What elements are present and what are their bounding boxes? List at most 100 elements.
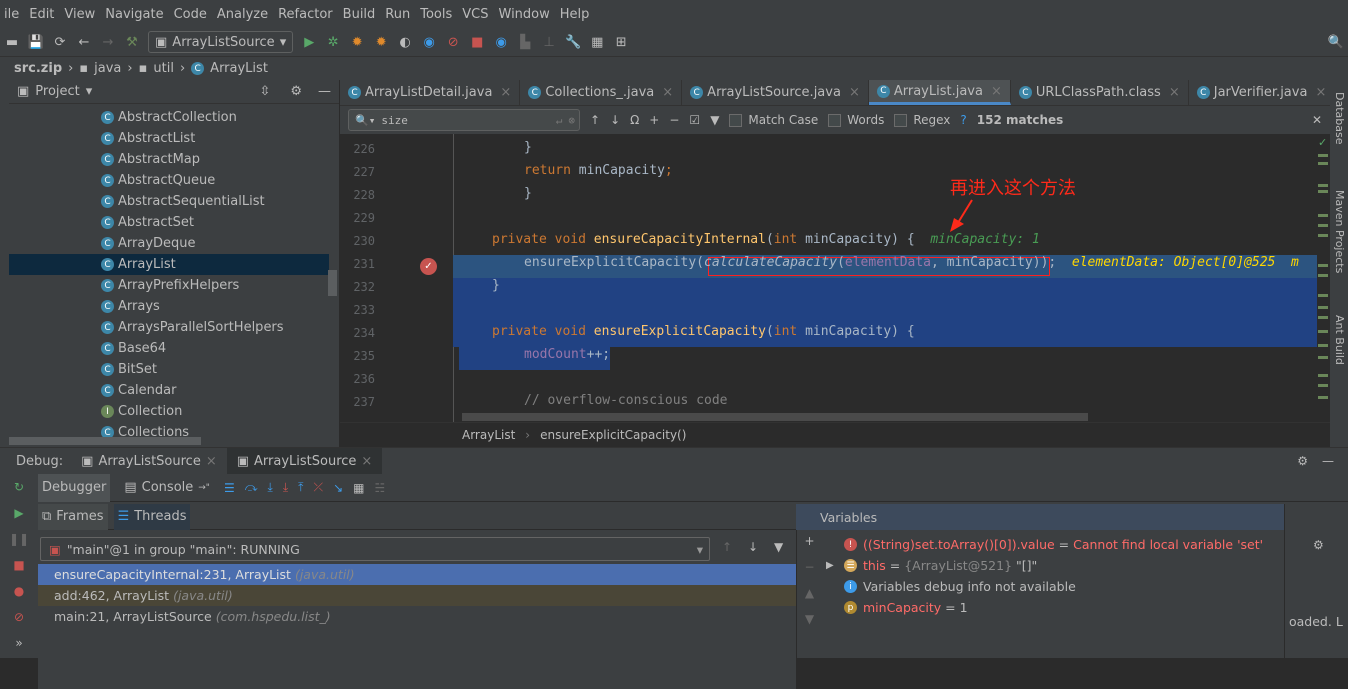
jrebel-icon[interactable]: ◉	[421, 34, 437, 50]
tree-item[interactable]: I Collection	[9, 401, 329, 422]
minimize-icon[interactable]: —	[318, 84, 331, 99]
editor-tab[interactable]: C ArrayListSource.java ×	[682, 80, 869, 105]
menu-edit[interactable]: Edit	[29, 7, 54, 22]
find-all-icon[interactable]: Ω	[630, 113, 639, 127]
tree-item[interactable]: C ArrayPrefixHelpers	[9, 275, 329, 296]
words-checkbox[interactable]: Words	[828, 113, 884, 127]
settings-wrench-icon[interactable]: 🔧	[565, 34, 581, 50]
stripe-mark[interactable]	[1318, 344, 1328, 347]
stripe-mark[interactable]	[1318, 374, 1328, 377]
vcs-push-icon[interactable]: ⊥	[541, 34, 557, 50]
menu-code[interactable]: Code	[174, 7, 207, 22]
tree-item[interactable]: C AbstractList	[9, 128, 329, 149]
add-selection-icon[interactable]: +	[649, 113, 659, 127]
search-everywhere-icon[interactable]: 🔍	[1328, 34, 1344, 50]
stripe-mark[interactable]	[1318, 214, 1328, 217]
show-execution-point-icon[interactable]: ☰	[224, 481, 235, 495]
menu-vcs[interactable]: VCS	[462, 7, 488, 22]
gear-icon[interactable]: ⚙	[290, 84, 302, 99]
debug-session-tab[interactable]: ▣ ArrayListSource ×	[71, 448, 227, 474]
stripe-mark[interactable]	[1318, 274, 1328, 277]
stripe-mark[interactable]	[1318, 154, 1328, 157]
add-watch-icon[interactable]: +	[804, 534, 814, 548]
view-breakpoints-icon[interactable]: ●	[14, 584, 24, 598]
regex-checkbox[interactable]: Regex	[894, 113, 950, 127]
tree-item[interactable]: C Base64	[9, 338, 329, 359]
variable-row[interactable]: i Variables debug info not available	[844, 576, 1076, 597]
menu-view[interactable]: View	[64, 7, 95, 22]
profile-icon[interactable]: ✹	[373, 34, 389, 50]
frame-down-icon[interactable]: ↓	[748, 540, 758, 554]
tree-item[interactable]: C Arrays	[9, 296, 329, 317]
stripe-mark[interactable]	[1318, 356, 1328, 359]
crumb-java[interactable]: java	[94, 61, 121, 76]
close-icon[interactable]: ×	[1169, 85, 1180, 100]
tree-item[interactable]: C AbstractQueue	[9, 170, 329, 191]
tree-item[interactable]: C AbstractSequentialList	[9, 191, 329, 212]
stop-icon[interactable]: ■	[469, 34, 485, 50]
crumb-arraylist[interactable]: ArrayList	[210, 61, 268, 76]
tree-item[interactable]: C ArrayDeque	[9, 233, 329, 254]
run-icon[interactable]: ▶	[301, 34, 317, 50]
frames-tab[interactable]: ⧉ Frames	[38, 503, 108, 530]
editor-tab[interactable]: C ArrayListDetail.java ×	[340, 80, 521, 105]
prev-match-icon[interactable]: ↑	[590, 113, 600, 127]
stripe-mark[interactable]	[1318, 396, 1328, 399]
vcs-icon[interactable]: ▙	[517, 34, 533, 50]
debugger-tab[interactable]: Debugger	[38, 473, 111, 502]
debug-icon[interactable]: ✲	[325, 34, 341, 50]
tree-item[interactable]: C BitSet	[9, 359, 329, 380]
breakpoint-icon[interactable]: ✓	[420, 258, 437, 275]
menu-tools[interactable]: Tools	[420, 7, 452, 22]
evaluate-expression-icon[interactable]: ▦	[353, 481, 364, 495]
force-step-into-icon[interactable]: ⤓	[283, 480, 288, 495]
move-down-icon[interactable]: ▼	[805, 612, 814, 626]
expand-arrow-icon[interactable]: ▶	[826, 560, 834, 571]
trace-icon[interactable]: ☵	[375, 481, 386, 495]
rerun-icon[interactable]: ↻	[14, 480, 24, 494]
close-icon[interactable]: ×	[1315, 85, 1326, 100]
stripe-mark[interactable]	[1318, 162, 1328, 165]
tree-item[interactable]: C ArrayList	[9, 254, 329, 275]
step-out-icon[interactable]: ⤒	[298, 480, 303, 495]
stack-frame[interactable]: add:462, ArrayList (java.util)	[38, 585, 796, 606]
tree-item[interactable]: C AbstractSet	[9, 212, 329, 233]
run-to-cursor-icon[interactable]: ↘	[333, 481, 343, 495]
pause-icon[interactable]: ❚❚	[9, 532, 29, 546]
close-icon[interactable]: ×	[662, 85, 673, 100]
forward-icon[interactable]: →	[100, 34, 116, 50]
gear-icon[interactable]: ⚙	[1313, 538, 1324, 552]
variable-row[interactable]: ▶ ☰ this = {ArrayList@521} "[]"	[826, 555, 1037, 576]
maven-projects-tool[interactable]: Maven Projects	[1333, 190, 1346, 273]
filter-icon[interactable]: ▼	[774, 540, 783, 554]
drop-frame-icon[interactable]: ⤫	[313, 480, 323, 495]
select-all-occurrences-icon[interactable]: ☑	[689, 113, 700, 127]
variable-row[interactable]: ! ((String)set.toArray()[0]).value = Cann…	[844, 534, 1263, 555]
tree-scrollbar[interactable]	[328, 270, 337, 296]
stripe-mark[interactable]	[1318, 384, 1328, 387]
close-icon[interactable]: ×	[361, 454, 372, 469]
regex-help-link[interactable]: ?	[960, 113, 966, 127]
run-config-select[interactable]: ▣ ArrayListSource ▾	[148, 31, 294, 53]
stripe-mark[interactable]	[1318, 190, 1328, 193]
threads-tab[interactable]: ☰ Threads	[113, 503, 191, 530]
tree-hscrollbar[interactable]	[9, 437, 201, 445]
console-tab[interactable]: ▤ Console →"	[120, 475, 214, 501]
ant-build-tool[interactable]: Ant Build	[1333, 315, 1346, 365]
close-icon[interactable]: ×	[206, 454, 217, 469]
move-up-icon[interactable]: ▲	[805, 586, 814, 600]
tree-item[interactable]: C AbstractCollection	[9, 107, 329, 128]
editor-tab[interactable]: C ArrayList.java ×	[868, 80, 1011, 105]
menu-ile[interactable]: ile	[4, 7, 19, 22]
stripe-mark[interactable]	[1318, 306, 1328, 309]
update-icon[interactable]: ◉	[493, 34, 509, 50]
thread-select[interactable]: ▣ "main"@1 in group "main": RUNNING ▾	[40, 537, 710, 561]
editor-tab[interactable]: C JarVerifier.java ×	[1189, 80, 1336, 105]
next-match-icon[interactable]: ↓	[610, 113, 620, 127]
remove-selection-icon[interactable]: −	[669, 113, 679, 127]
close-find-icon[interactable]: ✕	[1312, 113, 1322, 127]
menu-refactor[interactable]: Refactor	[278, 7, 333, 22]
mute-breakpoints-icon[interactable]: ⊘	[14, 610, 24, 624]
menu-navigate[interactable]: Navigate	[105, 7, 163, 22]
stack-frame[interactable]: ensureCapacityInternal:231, ArrayList (ja…	[38, 564, 796, 585]
